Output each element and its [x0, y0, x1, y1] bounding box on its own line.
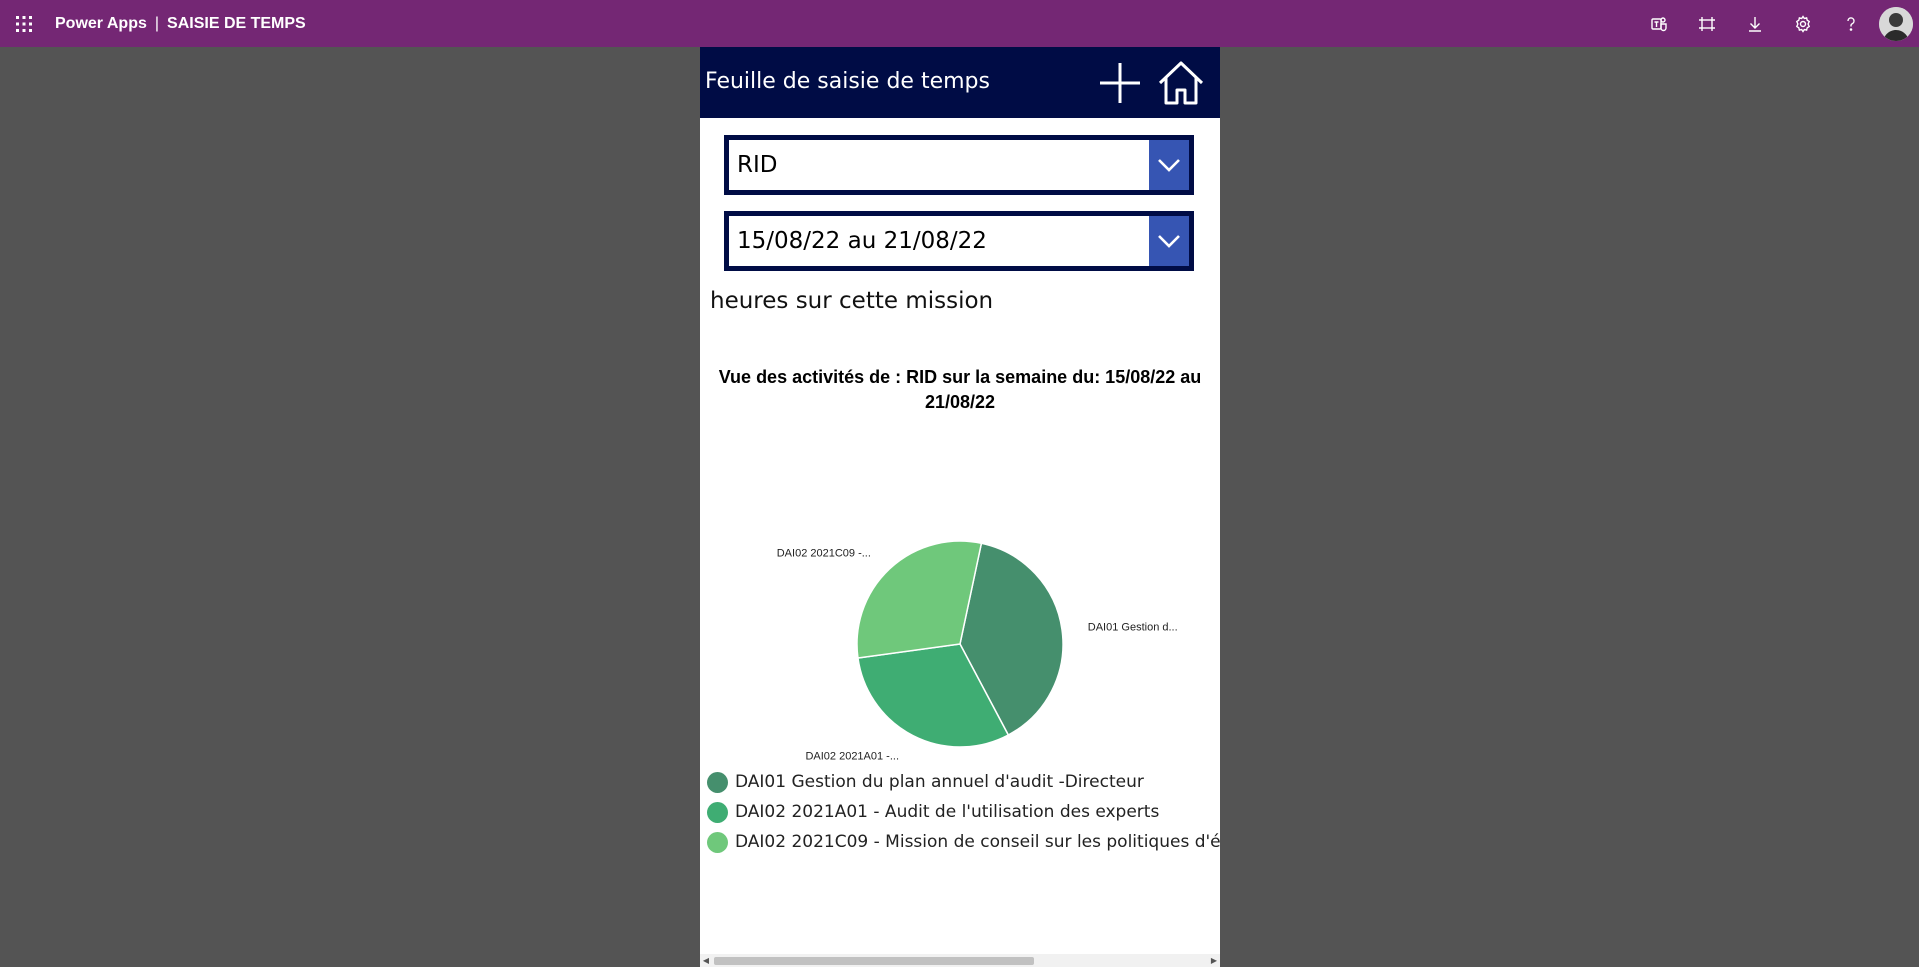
app-canvas: Feuille de saisie de temps RID 15/08/22 … — [700, 47, 1220, 967]
scroll-left-icon[interactable]: ◀ — [700, 954, 712, 967]
week-dropdown[interactable]: 15/08/22 au 21/08/22 — [724, 211, 1194, 271]
legend-label: DAI02 2021A01 - Audit de l'utilisation d… — [735, 802, 1160, 822]
legend-swatch — [707, 801, 728, 823]
chart-title: Vue des activités de : RID sur la semain… — [718, 367, 1202, 412]
chevron-down-icon[interactable] — [1149, 140, 1189, 190]
top-bar: Power Apps | SAISIE DE TEMPS — [0, 0, 1919, 47]
breadcrumb-separator: | — [154, 14, 160, 32]
help-icon[interactable] — [1827, 0, 1875, 47]
page-title: Feuille de saisie de temps — [705, 69, 990, 94]
pie-chart: DAI01 Gestion d... DAI02 2021A01 -... DAI0… — [777, 540, 1178, 762]
slice-label: DAI02 2021A01 -... — [805, 750, 899, 762]
download-icon[interactable] — [1731, 0, 1779, 47]
avatar[interactable] — [1879, 6, 1913, 41]
legend-label: DAI02 2021C09 - Mission de conseil sur l… — [735, 832, 1220, 852]
legend-swatch — [707, 831, 728, 853]
settings-icon[interactable] — [1779, 0, 1827, 47]
horizontal-scrollbar[interactable]: ◀ ▶ — [700, 954, 1220, 967]
slice-label: DAI01 Gestion d... — [1088, 622, 1178, 634]
hours-label: heures sur cette mission — [710, 288, 994, 314]
scrollbar-thumb[interactable] — [714, 957, 1034, 965]
legend-item: DAI01 Gestion du plan annuel d'audit -Di… — [707, 767, 1220, 797]
plus-icon[interactable] — [1096, 59, 1144, 107]
legend-item: DAI02 2021A01 - Audit de l'utilisation d… — [707, 797, 1220, 827]
mission-dropdown-value: RID — [737, 152, 778, 178]
waffle-icon[interactable] — [0, 0, 47, 47]
teams-icon[interactable] — [1635, 0, 1683, 47]
fit-to-window-icon[interactable] — [1683, 0, 1731, 47]
week-dropdown-value: 15/08/22 au 21/08/22 — [737, 228, 987, 254]
week-dropdown-field[interactable]: 15/08/22 au 21/08/22 — [729, 216, 1189, 266]
chart-legend: DAI01 Gestion du plan annuel d'audit -Di… — [707, 767, 1220, 857]
app-header: Feuille de saisie de temps — [700, 47, 1220, 118]
legend-item: DAI02 2021C09 - Mission de conseil sur l… — [707, 827, 1220, 857]
top-actions — [1635, 0, 1919, 47]
home-icon[interactable] — [1157, 59, 1205, 107]
app-name[interactable]: Power Apps — [55, 15, 147, 32]
slice-label: DAI02 2021C09 -... — [777, 547, 871, 559]
mission-dropdown-field[interactable]: RID — [729, 140, 1189, 190]
legend-label: DAI01 Gestion du plan annuel d'audit -Di… — [735, 772, 1144, 792]
breadcrumb: Power Apps | SAISIE DE TEMPS — [55, 15, 306, 33]
mission-dropdown[interactable]: RID — [724, 135, 1194, 195]
chevron-down-icon[interactable] — [1149, 216, 1189, 266]
page-name: SAISIE DE TEMPS — [167, 14, 306, 32]
scroll-right-icon[interactable]: ▶ — [1208, 954, 1220, 967]
legend-swatch — [707, 771, 728, 793]
